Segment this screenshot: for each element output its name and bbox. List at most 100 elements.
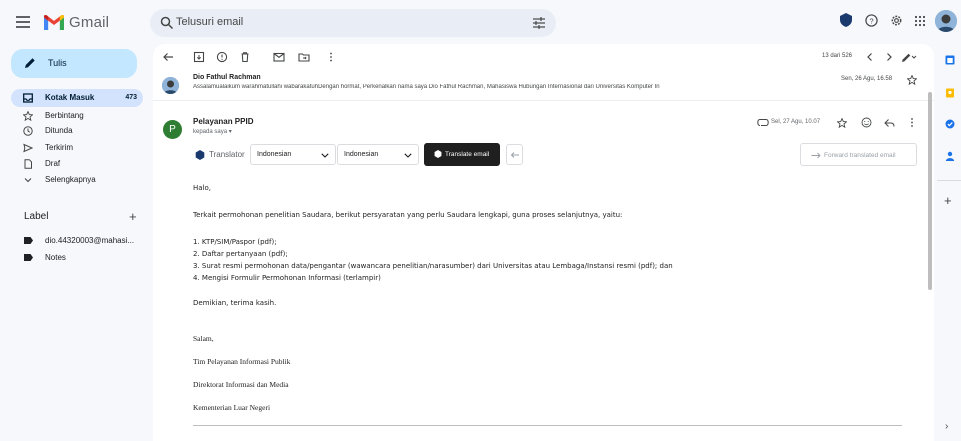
archive-icon[interactable]	[193, 51, 205, 63]
calendar-icon[interactable]	[945, 55, 955, 65]
delete-icon[interactable]	[239, 51, 251, 63]
input-tools-icon[interactable]	[901, 51, 917, 63]
forward-translated-label: Forward translated email	[824, 152, 896, 159]
more-options-icon[interactable]	[907, 117, 917, 128]
compose-button[interactable]: Tulis	[11, 49, 137, 78]
translate-email-label: Translate email	[445, 151, 490, 158]
search-options-icon[interactable]	[532, 16, 546, 30]
label-name: Notes	[45, 253, 66, 262]
chevron-down-icon	[24, 178, 32, 183]
signature-team: Tim Pelayanan Informasi Publik	[193, 357, 291, 366]
star-icon[interactable]	[907, 75, 917, 85]
shield-status-icon[interactable]	[840, 13, 852, 27]
chevron-down-icon	[321, 153, 329, 158]
previous-message-icon[interactable]	[865, 52, 875, 62]
sidebar-item-more[interactable]: Selengkapnya	[11, 171, 143, 189]
get-addons-button[interactable]: +	[944, 193, 952, 208]
source-language-select[interactable]: Indonesian	[250, 144, 336, 165]
arrow-right-icon	[811, 152, 821, 159]
body-salam: Salam,	[193, 334, 214, 343]
signature-ministry: Kementerian Luar Negeri	[193, 403, 271, 412]
sidebar-item-label: Selengkapnya	[45, 175, 96, 184]
recipient-label: kepada saya	[193, 129, 228, 135]
mark-unread-icon[interactable]	[273, 51, 285, 63]
sidebar-item-label: Terkirim	[45, 143, 73, 152]
sidebar-item-label: Berbintang	[45, 111, 84, 120]
sidebar-item-snoozed[interactable]: Ditunda	[11, 122, 143, 140]
side-panel-divider	[937, 180, 961, 181]
inbox-count: 473	[125, 94, 137, 101]
search-input[interactable]: Telusuri email	[176, 16, 243, 28]
body-greeting: Halo,	[193, 184, 212, 192]
signature-divider	[193, 425, 902, 426]
chevron-down-icon	[404, 153, 412, 158]
sidebar-item-label: Ditunda	[45, 126, 73, 135]
label-tag-icon	[24, 254, 33, 261]
body-intro: Terkait permohonan penelitian Saudara, b…	[193, 211, 623, 219]
next-message-icon[interactable]	[884, 52, 894, 62]
settings-icon[interactable]	[890, 14, 903, 27]
previous-message-snippet[interactable]: Assalamualaikum warahmatullahi wabarakat…	[193, 84, 773, 90]
expand-side-panel-button[interactable]: ›	[945, 421, 948, 432]
pencil-icon	[25, 58, 35, 68]
message-panel: 13 dari 526 Dio Fathul Rachman Assalamua…	[153, 44, 934, 441]
sender-name[interactable]: Pelayanan PPID	[193, 117, 253, 126]
recipient-text[interactable]: kepada saya ▾	[193, 128, 232, 135]
back-arrow-icon	[510, 152, 519, 158]
translate-email-button[interactable]: Translate email	[424, 143, 500, 166]
gmail-logo[interactable]: Gmail	[44, 14, 109, 31]
target-language-select[interactable]: Indonesian	[337, 144, 419, 165]
app-name: Gmail	[69, 14, 110, 31]
clock-icon	[23, 126, 33, 136]
keep-icon[interactable]	[945, 88, 955, 98]
signature-directorate: Direktorat Informasi dan Media	[193, 380, 289, 389]
reply-icon[interactable]	[884, 118, 895, 128]
translator-logo-icon	[195, 150, 205, 160]
attachment-icon	[757, 119, 769, 126]
account-avatar[interactable]	[935, 10, 957, 32]
account-photo-icon	[935, 10, 957, 32]
more-options-icon[interactable]	[325, 51, 337, 63]
add-label-button[interactable]: +	[129, 209, 137, 224]
top-bar: Gmail Telusuri email ?	[0, 0, 961, 48]
search-bar[interactable]: Telusuri email	[150, 9, 556, 37]
previous-message-date: Sen, 26 Agu, 16.58	[841, 76, 893, 82]
star-icon	[23, 111, 33, 121]
compose-label: Tulis	[48, 58, 67, 68]
translator-logo-icon	[434, 150, 442, 158]
sidebar-item-inbox[interactable]: Kotak Masuk 473	[11, 89, 143, 107]
search-icon[interactable]	[160, 16, 174, 30]
star-icon[interactable]	[837, 118, 847, 128]
main-menu-icon[interactable]	[16, 16, 30, 28]
undo-translation-button[interactable]	[506, 144, 523, 165]
body-closing: Demikian, terima kasih.	[193, 299, 277, 307]
target-language-value: Indonesian	[344, 151, 379, 158]
emoji-reaction-icon[interactable]	[861, 117, 872, 128]
inbox-icon	[23, 93, 33, 103]
body-list-item: 1. KTP/SIM/Paspor (pdf);	[193, 238, 277, 246]
report-spam-icon[interactable]	[216, 51, 228, 63]
forward-translated-button[interactable]: Forward translated email	[800, 143, 917, 166]
body-list-item: 3. Surat resmi permohonan data/pengantar…	[193, 262, 673, 270]
body-list-item: 2. Daftar pertanyaan (pdf);	[193, 250, 288, 258]
tasks-icon[interactable]	[945, 119, 955, 129]
translator-title: Translator	[209, 150, 245, 159]
send-icon	[23, 143, 33, 153]
move-to-icon[interactable]	[298, 51, 310, 63]
draft-icon	[24, 159, 32, 169]
help-icon[interactable]: ?	[865, 14, 878, 27]
contacts-icon[interactable]	[945, 151, 955, 161]
previous-sender-name[interactable]: Dio Fathul Rachman	[193, 74, 261, 81]
sidebar-item-label: Draf	[45, 159, 61, 168]
source-language-value: Indonesian	[257, 151, 292, 158]
sender-avatar	[162, 77, 179, 94]
labels-header: Label	[24, 211, 49, 222]
sender-avatar: P	[163, 120, 182, 139]
apps-grid-icon[interactable]	[914, 15, 926, 27]
message-divider	[153, 100, 934, 101]
gmail-m-icon	[44, 15, 64, 30]
body-list-item: 4. Mengisi Formulir Permohonan Informasi…	[193, 274, 381, 282]
message-scrollbar[interactable]	[928, 92, 932, 290]
pagination-text: 13 dari 526	[822, 53, 853, 59]
back-arrow-icon[interactable]	[162, 51, 174, 63]
